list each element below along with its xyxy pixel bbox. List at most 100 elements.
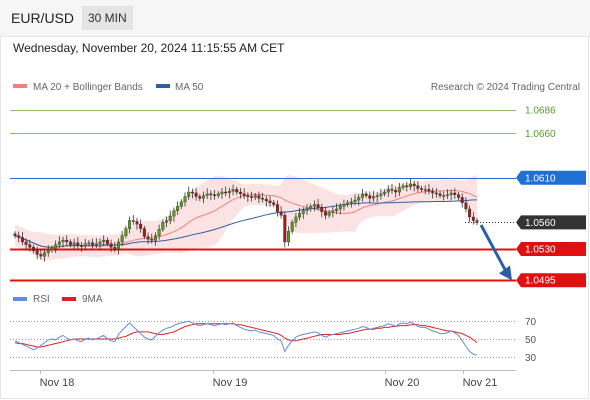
price-chart: MA 20 + Bollinger Bands MA 50 Research ©… [0, 36, 589, 399]
forecast-arrow-shaft [479, 224, 508, 273]
candle-body [471, 216, 475, 221]
rsi-legend-swatch [13, 297, 27, 301]
candle-body [412, 183, 416, 187]
x-axis: Nov 18 Nov 19 Nov 20 Nov 21 [40, 370, 497, 389]
candle-body [68, 241, 72, 245]
candle-body [379, 193, 383, 196]
candle-body [331, 210, 335, 213]
candle-body [179, 201, 183, 207]
candle-body [301, 210, 305, 214]
candle-body [275, 204, 279, 212]
candle-body [338, 206, 342, 210]
candle-body [194, 192, 198, 197]
candle-body [80, 245, 84, 247]
candle-body [246, 195, 250, 197]
candle-body [213, 194, 217, 196]
x-tick-label: Nov 19 [213, 377, 248, 389]
level-label: 1.0610 [525, 173, 556, 184]
ma20-legend-label: MA 20 + Bollinger Bands [33, 82, 143, 93]
candle-body [87, 242, 91, 245]
ma20-legend-swatch [13, 84, 27, 88]
candle-body [420, 188, 424, 190]
candle-body [13, 233, 17, 236]
candle-body [390, 189, 394, 191]
ma50-legend-label: MA 50 [175, 82, 204, 93]
candle-body [397, 187, 401, 193]
rsi-tick-label: 70 [525, 317, 537, 328]
candle-body [431, 190, 435, 194]
bollinger-band-area [15, 175, 477, 261]
candle-body [457, 194, 461, 198]
candle-body [401, 185, 405, 188]
forecast-arrow [479, 224, 512, 281]
candle-body [449, 192, 453, 195]
candle-body [153, 235, 157, 241]
candle-body [176, 206, 180, 211]
candle-body [464, 202, 468, 210]
bollinger-band [15, 175, 477, 261]
candle-body [83, 243, 87, 247]
candle-body [364, 193, 368, 196]
candle-body [368, 195, 372, 199]
candle-body [187, 191, 191, 197]
candle-body [349, 201, 353, 204]
level-label: 1.0495 [525, 276, 556, 287]
candle-body [383, 191, 387, 195]
candle-body [198, 196, 202, 199]
candle-body [305, 208, 309, 211]
candle-body [109, 243, 113, 248]
rsi-ma-legend-label: 9MA [82, 294, 103, 305]
candle-body [120, 235, 124, 243]
x-tick-label: Nov 18 [40, 377, 75, 389]
candle-body [250, 196, 254, 198]
candle-body [298, 213, 302, 218]
candle-body [224, 191, 228, 194]
candle-body [235, 189, 239, 193]
ma50-legend-swatch [156, 84, 170, 88]
candle-body [190, 191, 194, 194]
candle-body [216, 193, 220, 196]
candle-body [357, 197, 361, 201]
candle-body [61, 239, 65, 243]
candle-body [142, 228, 146, 237]
candle-body [124, 228, 128, 236]
candle-body [408, 183, 412, 187]
candle-body [146, 236, 150, 240]
candle-body [423, 189, 427, 191]
rsi-panel: 70 50 30 [10, 317, 537, 364]
candle-body [161, 222, 165, 230]
level-label: 1.0686 [525, 106, 556, 117]
candle-body [50, 247, 54, 251]
candle-body [438, 193, 442, 196]
candle-body [386, 189, 390, 193]
candle-body [72, 242, 76, 245]
candle-body [327, 212, 331, 216]
candle-body [323, 211, 327, 216]
candle-body [372, 196, 376, 199]
candle-body [76, 242, 80, 246]
candle-body [290, 222, 294, 232]
candle-body [335, 208, 339, 211]
candle-body [283, 215, 287, 243]
candle-body [238, 191, 242, 195]
candle-body [342, 204, 346, 207]
candle-body [294, 216, 298, 223]
candle-body [91, 242, 95, 245]
candle-body [98, 241, 102, 244]
candle-body [150, 239, 154, 241]
candle-body [309, 206, 313, 210]
candle-body [346, 202, 350, 205]
candle-body [360, 193, 364, 198]
candle-body [427, 189, 431, 192]
level-label: 1.0560 [525, 218, 556, 229]
candle-body [57, 241, 61, 245]
candle-body [46, 249, 50, 253]
candle-body [287, 231, 291, 243]
candle-body [157, 229, 161, 236]
candle-body [394, 190, 398, 193]
candle-body [220, 191, 224, 195]
candle-body [227, 190, 231, 194]
candle-body [94, 243, 98, 245]
candle-body [279, 211, 283, 216]
candle-body [405, 185, 409, 188]
